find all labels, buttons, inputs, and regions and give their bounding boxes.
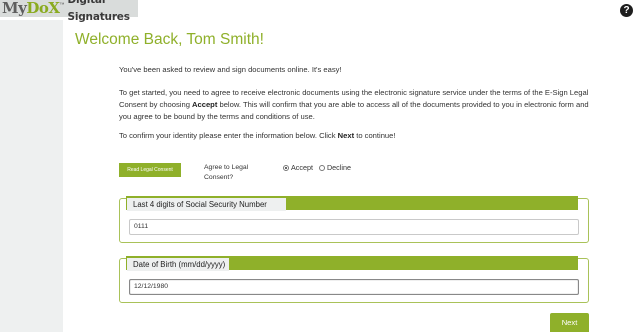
next-button[interactable]: Next <box>550 313 589 332</box>
decline-label: Decline <box>326 163 351 172</box>
logo-trademark: ™ <box>59 2 65 8</box>
left-sidebar <box>0 20 63 332</box>
read-legal-consent-button[interactable]: Read Legal Consent <box>119 163 181 177</box>
welcome-heading: Welcome Back, Tom Smith! <box>75 31 264 48</box>
accept-label: Accept <box>291 163 313 172</box>
help-icon[interactable]: ? <box>620 4 633 17</box>
accept-radio[interactable] <box>283 164 289 171</box>
ssn-fieldset: Last 4 digits of Social Security Number … <box>119 196 589 243</box>
intro-paragraph-3: To confirm your identity please enter th… <box>119 131 396 140</box>
logo-wordmark: MyDoX <box>2 0 60 17</box>
consent-radio-group: Accept Decline <box>283 163 357 172</box>
accept-radio-option[interactable]: Accept <box>283 163 313 172</box>
intro-paragraph-1: You've been asked to review and sign doc… <box>119 65 342 74</box>
dob-fieldset: Date of Birth (mm/dd/yyyy) 12/12/1980 <box>119 256 589 303</box>
ssn-input[interactable]: 0111 <box>129 219 579 235</box>
intro-paragraph-2: To get started, you need to agree to rec… <box>119 88 589 121</box>
logo-tagline: Digital Signatures <box>67 0 130 23</box>
ssn-legend: Last 4 digits of Social Security Number <box>127 198 286 211</box>
dob-legend: Date of Birth (mm/dd/yyyy) <box>127 258 229 271</box>
dob-input[interactable]: 12/12/1980 <box>129 279 579 295</box>
decline-radio[interactable] <box>318 164 325 171</box>
mydox-logo: MyDoX ™ Digital Signatures <box>0 0 138 23</box>
decline-radio-option[interactable]: Decline <box>318 163 351 172</box>
agree-legal-consent-label: Agree to Legal Consent? <box>204 164 249 181</box>
